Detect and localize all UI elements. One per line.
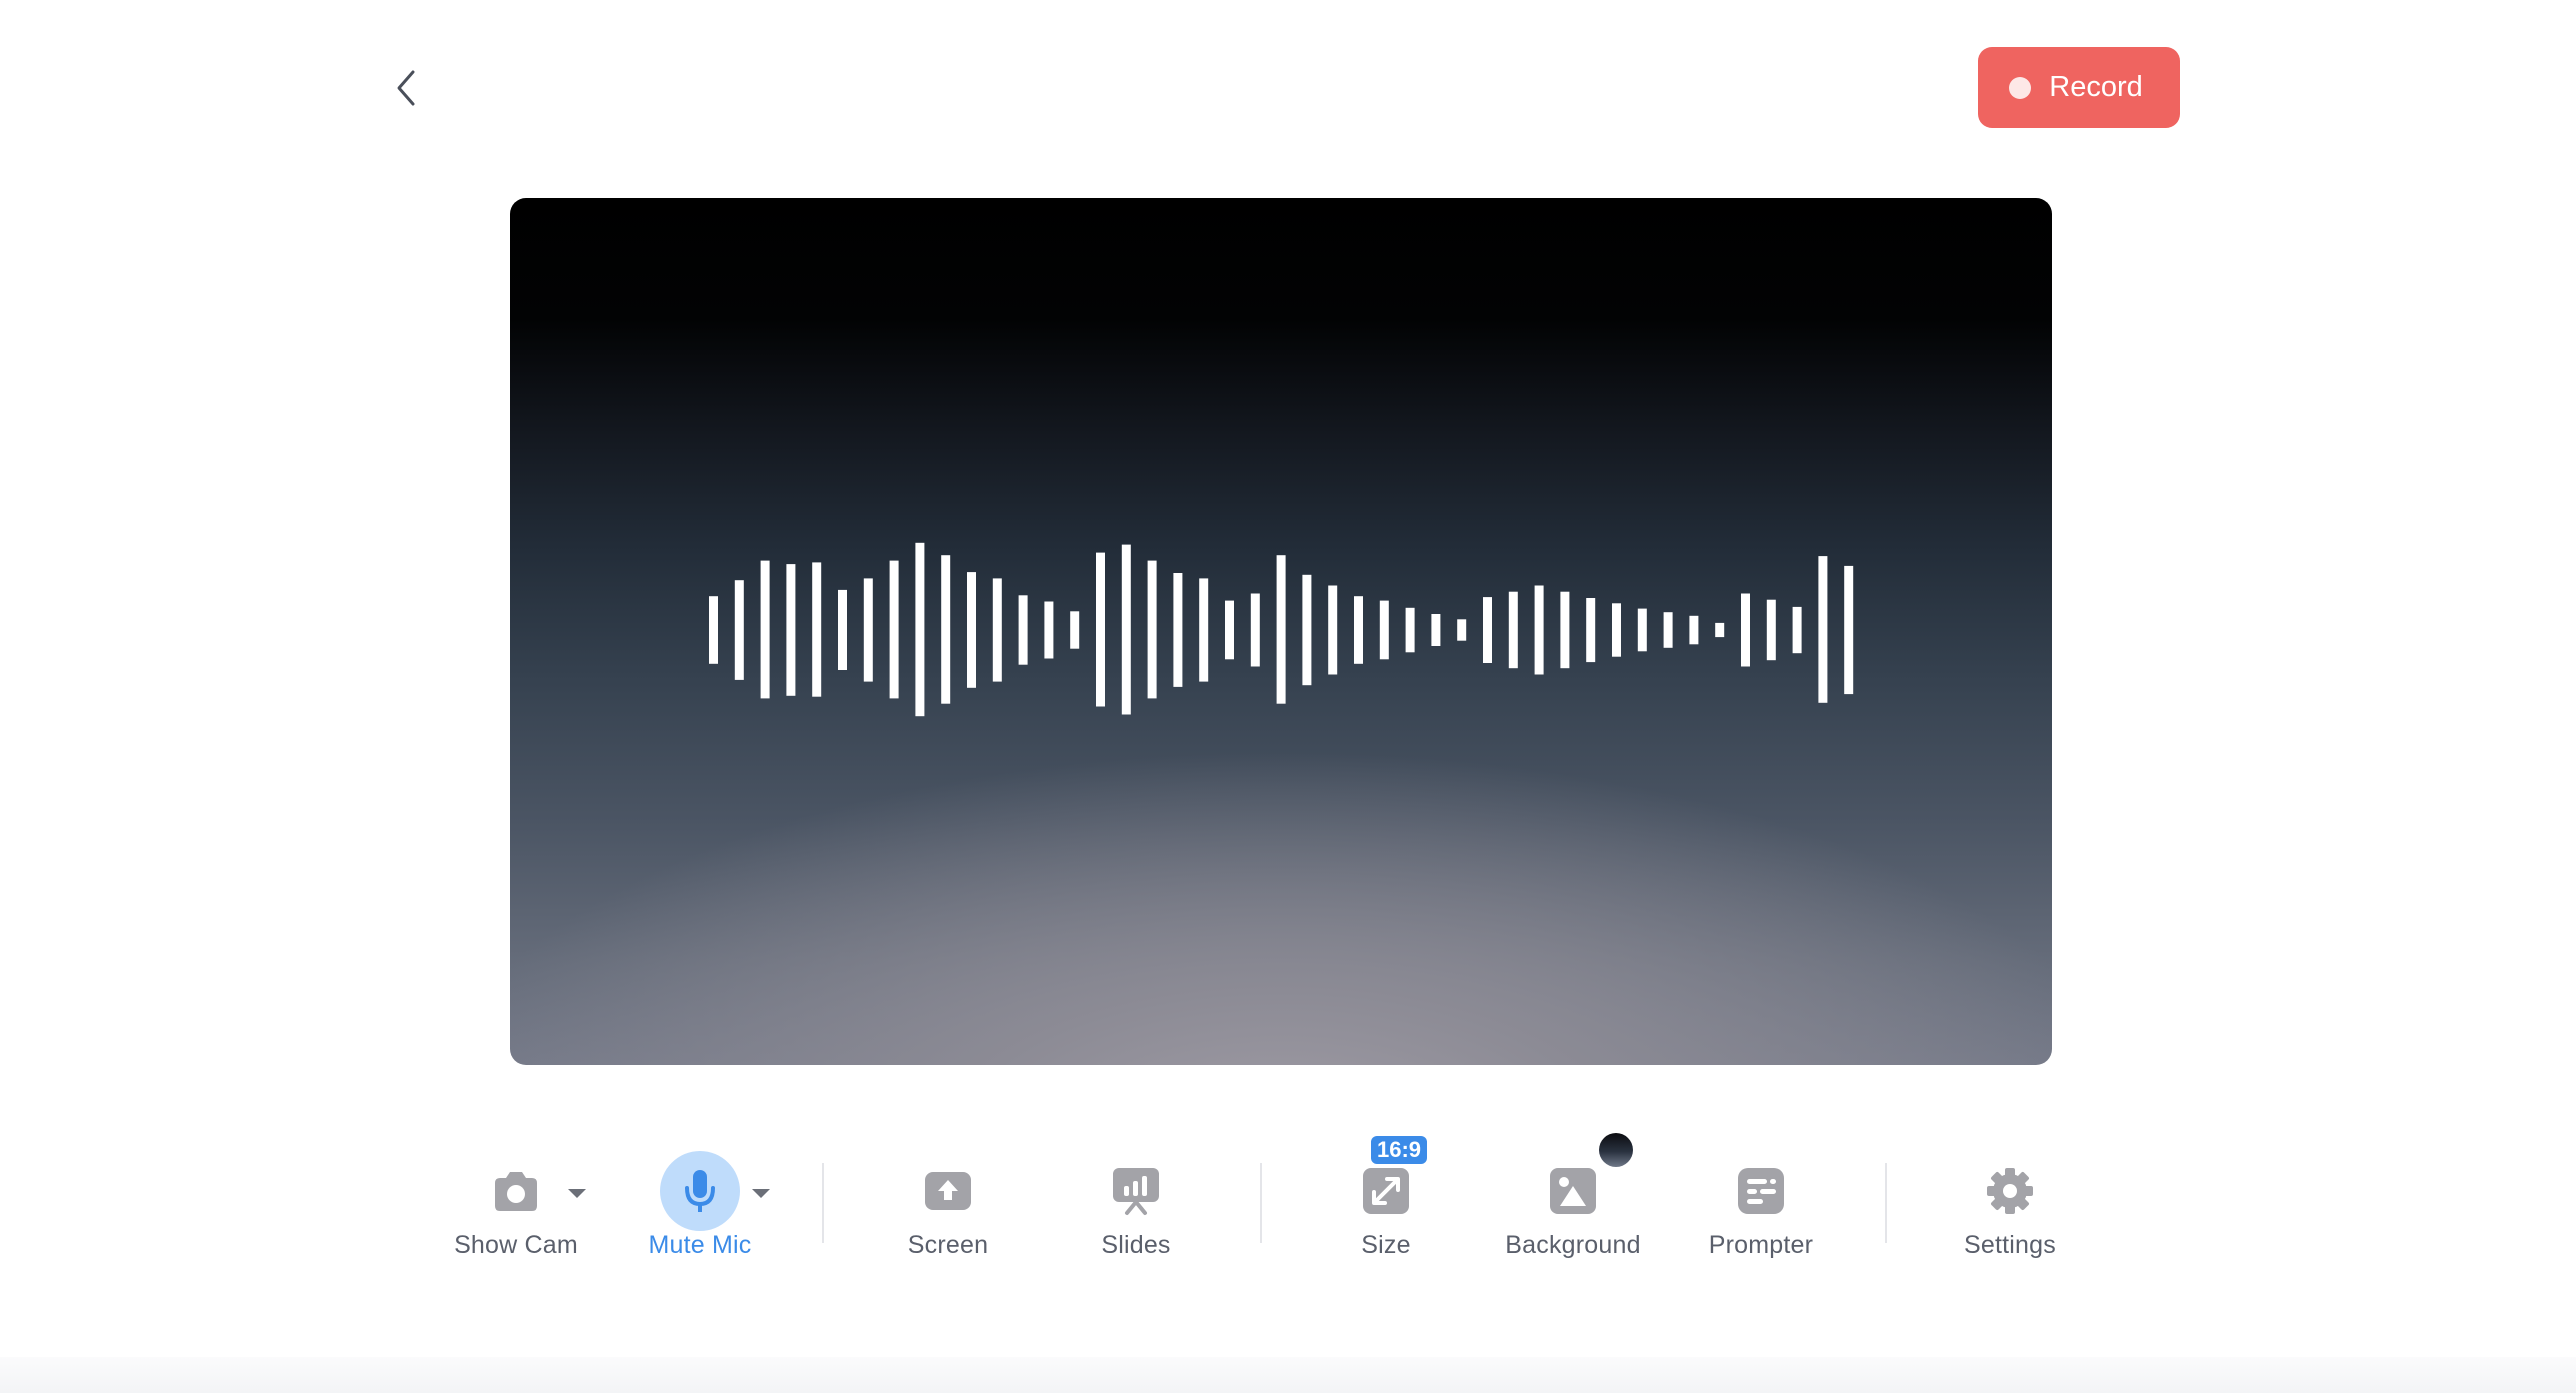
background-button[interactable]: Background — [1488, 1133, 1658, 1279]
waveform-bar — [1354, 596, 1363, 664]
waveform-bar — [941, 555, 951, 704]
waveform-bar — [1534, 585, 1544, 675]
waveform-bar — [1715, 622, 1725, 638]
waveform-bar — [1173, 573, 1183, 687]
chevron-left-icon — [397, 70, 415, 106]
waveform-bar — [760, 560, 770, 699]
waveform-bar — [992, 578, 1002, 682]
show-cam-button[interactable]: Show Cam — [431, 1139, 601, 1279]
slides-button[interactable]: Slides — [1051, 1139, 1221, 1279]
resize-icon — [1363, 1168, 1409, 1214]
waveform-bar — [734, 580, 744, 680]
screen-label: Screen — [907, 1231, 989, 1259]
waveform-bar — [1328, 585, 1338, 675]
waveform-bar — [1379, 600, 1389, 660]
waveform-bar — [1225, 600, 1234, 660]
size-button[interactable]: 16:9 Size — [1301, 1136, 1471, 1279]
bottom-edge — [0, 1357, 2576, 1393]
waveform-bar — [1483, 597, 1492, 663]
waveform-bar — [967, 572, 976, 688]
waveform-bar — [889, 560, 899, 699]
waveform-bar — [1818, 556, 1828, 703]
waveform-bar — [709, 596, 718, 664]
waveform-bar — [1508, 591, 1518, 669]
screen-share-icon — [925, 1172, 971, 1210]
waveform-bar — [786, 564, 796, 696]
waveform-bar — [1405, 607, 1415, 653]
preview-area — [510, 198, 2052, 1065]
waveform-bar — [1431, 614, 1441, 646]
waveform-bar — [1457, 619, 1467, 641]
mic-dropdown-caret[interactable] — [749, 1185, 773, 1201]
waveform-bar — [1612, 603, 1621, 657]
waveform-bar — [1766, 599, 1776, 661]
recorder-page: Record Show Cam Mute Mic Screen Slides 1… — [0, 0, 2576, 1393]
waveform-bar — [1250, 593, 1260, 667]
waveform-bar — [812, 562, 822, 697]
size-label: Size — [1361, 1231, 1411, 1259]
prompter-icon — [1738, 1168, 1784, 1214]
record-button[interactable]: Record — [1978, 47, 2180, 128]
waveform-bar — [1844, 565, 1854, 695]
waveform-bar — [1276, 555, 1286, 704]
waveform-bar — [1044, 601, 1054, 659]
waveform-bar — [915, 542, 925, 717]
waveform-bar — [1637, 608, 1647, 652]
waveform-bar — [1741, 593, 1750, 667]
waveform-bar — [1121, 544, 1131, 715]
image-icon — [1550, 1168, 1596, 1214]
slides-icon — [1113, 1168, 1159, 1215]
waveform-bar — [1663, 612, 1673, 648]
toolbar-divider — [1260, 1163, 1262, 1243]
waveform-bar — [1792, 606, 1802, 654]
waveform-bar — [1560, 591, 1570, 669]
mic-active-indicator — [660, 1151, 740, 1231]
toolbar: Show Cam Mute Mic Screen Slides 16:9 Siz… — [0, 1133, 2576, 1279]
prompter-button[interactable]: Prompter — [1676, 1139, 1846, 1279]
settings-button[interactable]: Settings — [1926, 1139, 2095, 1279]
waveform-bar — [1096, 552, 1105, 707]
waveform-bar — [1199, 578, 1209, 682]
waveform-bar — [1689, 615, 1699, 645]
screen-button[interactable]: Screen — [863, 1139, 1033, 1279]
record-label: Record — [2049, 71, 2143, 103]
camera-dropdown-caret[interactable] — [565, 1185, 589, 1201]
record-dot-icon — [2009, 76, 2032, 99]
waveform-bar — [1147, 560, 1157, 699]
waveform-bar — [1018, 595, 1028, 665]
mute-mic-button[interactable]: Mute Mic — [616, 1139, 785, 1279]
waveform-bar — [1586, 598, 1596, 663]
settings-label: Settings — [1964, 1231, 2056, 1259]
toolbar-divider — [822, 1163, 824, 1243]
toolbar-divider — [1885, 1163, 1887, 1243]
aspect-ratio-badge: 16:9 — [1371, 1136, 1428, 1164]
current-background-swatch — [1599, 1133, 1633, 1167]
camera-icon — [495, 1172, 537, 1211]
waveform-bar — [1302, 574, 1312, 686]
audio-waveform — [709, 542, 1854, 717]
waveform-bar — [863, 578, 873, 682]
background-label: Background — [1505, 1231, 1641, 1259]
microphone-icon — [685, 1170, 715, 1212]
show-cam-label: Show Cam — [454, 1231, 578, 1259]
waveform-bar — [838, 589, 847, 670]
mute-mic-label: Mute Mic — [648, 1231, 752, 1259]
waveform-bar — [1070, 611, 1080, 649]
gear-icon — [1987, 1168, 2033, 1214]
slides-label: Slides — [1101, 1231, 1171, 1259]
back-button[interactable] — [384, 62, 428, 114]
prompter-label: Prompter — [1708, 1231, 1814, 1259]
